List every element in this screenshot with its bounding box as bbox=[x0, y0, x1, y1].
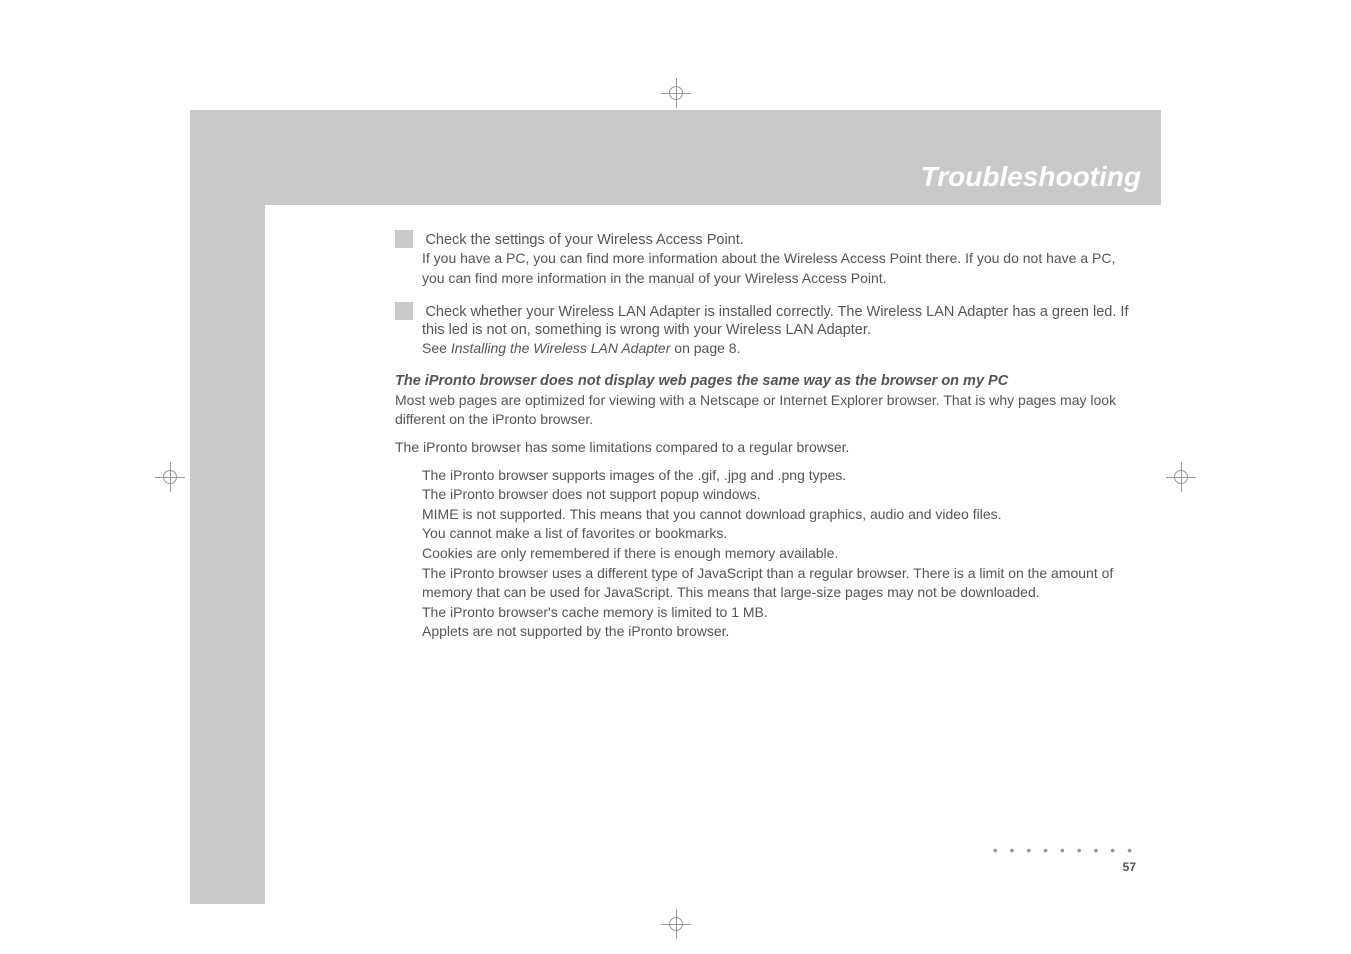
step-number-5: 5 bbox=[395, 302, 413, 320]
page-footer: • • • • • • • • • 57 bbox=[993, 842, 1136, 874]
step-5-detail-prefix: See bbox=[422, 340, 451, 356]
registration-mark-top bbox=[661, 78, 691, 108]
decorative-dots: • • • • • • • • • bbox=[993, 842, 1136, 858]
step-5: 5 Check whether your Wireless LAN Adapte… bbox=[395, 302, 1136, 359]
header-bar: Troubleshooting bbox=[265, 110, 1161, 205]
bullet-item: Applets are not supported by the iPronto… bbox=[422, 622, 1136, 642]
step-detail-5: See Installing the Wireless LAN Adapter … bbox=[422, 339, 1136, 359]
step-detail-4: If you have a PC, you can find more info… bbox=[422, 249, 1136, 288]
section-intro-1: Most web pages are optimized for viewing… bbox=[395, 391, 1136, 430]
bullet-list: The iPronto browser supports images of t… bbox=[422, 466, 1136, 642]
bullet-item: Cookies are only remembered if there is … bbox=[422, 544, 1136, 564]
left-sidebar bbox=[190, 110, 265, 904]
bullet-item: The iPronto browser supports images of t… bbox=[422, 466, 1136, 486]
section-heading: The iPronto browser does not display web… bbox=[395, 373, 1136, 389]
content-area: 4 Check the settings of your Wireless Ac… bbox=[265, 205, 1161, 904]
page-container: Troubleshooting 4 Check the settings of … bbox=[190, 110, 1161, 904]
step-number-4: 4 bbox=[395, 230, 413, 248]
section-intro-2: The iPronto browser has some limitations… bbox=[395, 438, 1136, 458]
step-5-detail-suffix: on page 8. bbox=[670, 340, 740, 356]
step-title-5: Check whether your Wireless LAN Adapter … bbox=[422, 304, 1128, 338]
main-content: Troubleshooting 4 Check the settings of … bbox=[265, 110, 1161, 904]
bullet-item: The iPronto browser uses a different typ… bbox=[422, 564, 1136, 603]
bullet-item: The iPronto browser's cache memory is li… bbox=[422, 603, 1136, 623]
registration-mark-left bbox=[155, 462, 185, 492]
registration-mark-bottom bbox=[661, 909, 691, 939]
bullet-item: MIME is not supported. This means that y… bbox=[422, 505, 1136, 525]
bullet-item: You cannot make a list of favorites or b… bbox=[422, 524, 1136, 544]
registration-mark-right bbox=[1166, 462, 1196, 492]
step-title-4: Check the settings of your Wireless Acce… bbox=[425, 232, 743, 248]
page-title: Troubleshooting bbox=[921, 161, 1141, 193]
step-4: 4 Check the settings of your Wireless Ac… bbox=[395, 230, 1136, 288]
bullet-item: The iPronto browser does not support pop… bbox=[422, 485, 1136, 505]
page-number: 57 bbox=[993, 860, 1136, 874]
step-5-detail-italic: Installing the Wireless LAN Adapter bbox=[451, 340, 671, 356]
